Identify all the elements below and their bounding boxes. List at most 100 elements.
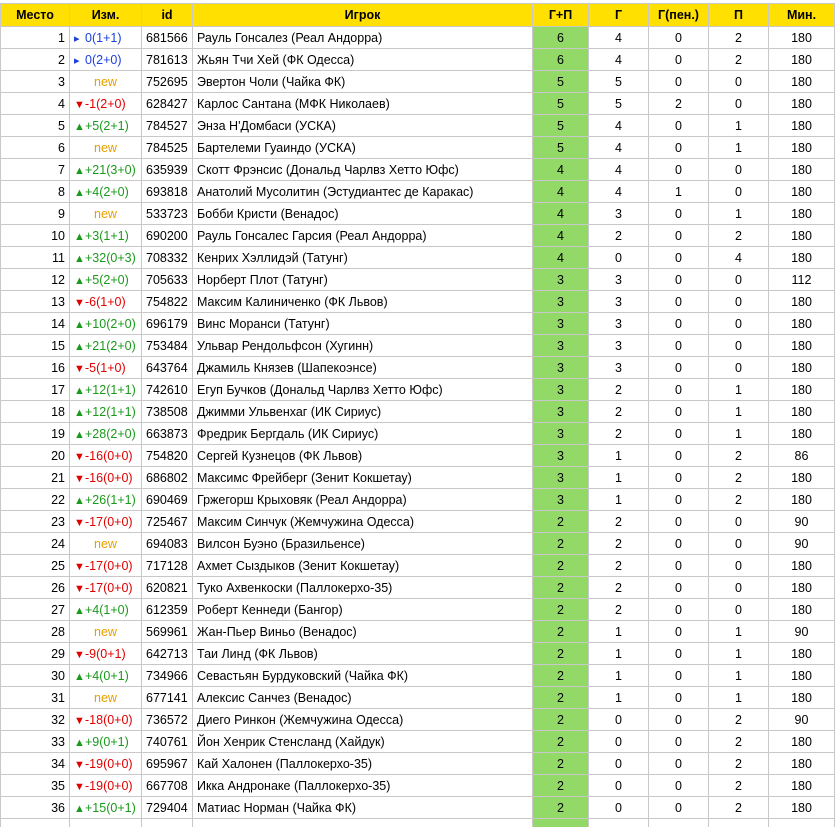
change-value: +15(0+1) <box>85 801 136 815</box>
table-row[interactable]: 15▲+21(2+0)753484Ульвар Рендольфсон (Хуг… <box>1 335 835 357</box>
col-header-player[interactable]: Игрок <box>193 4 533 27</box>
table-row[interactable]: 7▲+21(3+0)635939Скотт Фрэнсис (Дональд Ч… <box>1 159 835 181</box>
table-row[interactable]: 34▼-19(0+0)695967Кай Халонен (Паллокерхо… <box>1 753 835 775</box>
table-row[interactable]: 33▲+9(0+1)740761Йон Хенрик Стенсланд (Ха… <box>1 731 835 753</box>
table-row[interactable]: 26▼-17(0+0)620821Туко Ахвенкоски (Паллок… <box>1 577 835 599</box>
id-cell: 738508 <box>142 401 193 423</box>
change-cell: new <box>70 621 142 643</box>
goals-cell: 0 <box>589 709 649 731</box>
col-header-gp[interactable]: Г+П <box>533 4 589 27</box>
change-value: +4(1+0) <box>85 603 129 617</box>
table-row[interactable]: 36▲+15(0+1)729404Матиас Норман (Чайка ФК… <box>1 797 835 819</box>
minutes-cell: 90 <box>769 511 835 533</box>
goals-plus-assists-cell: 3 <box>533 467 589 489</box>
arrow-down-icon: ▼ <box>74 99 85 111</box>
table-row[interactable]: 8▲+4(2+0)693818Анатолий Мусолитин (Эстуд… <box>1 181 835 203</box>
table-row[interactable]: 11▲+32(0+3)708332Кенрих Хэллидэй (Татунг… <box>1 247 835 269</box>
goals-cell: 1 <box>589 489 649 511</box>
penalty-goals-cell: 0 <box>649 27 709 49</box>
col-header-assists[interactable]: П <box>709 4 769 27</box>
empty-cell <box>142 819 193 827</box>
arrow-down-icon: ▼ <box>74 715 85 727</box>
table-row[interactable]: 28new569961Жан-Пьер Виньо (Венадос)21019… <box>1 621 835 643</box>
goals-cell: 1 <box>589 445 649 467</box>
assists-cell: 2 <box>709 797 769 819</box>
goals-plus-assists-cell: 2 <box>533 533 589 555</box>
assists-cell: 1 <box>709 137 769 159</box>
place-cell: 26 <box>1 577 70 599</box>
table-row[interactable]: 21▼-16(0+0)686802Максимс Фрейберг (Зенит… <box>1 467 835 489</box>
goals-cell: 1 <box>589 467 649 489</box>
empty-cell <box>1 819 70 827</box>
goals-cell: 2 <box>589 423 649 445</box>
table-row[interactable]: 19▲+28(2+0)663873Фредрик Бергдаль (ИК Си… <box>1 423 835 445</box>
table-row[interactable]: 2▸0(2+0)781613Жьян Тчи Хей (ФК Одесса)64… <box>1 49 835 71</box>
table-row[interactable]: 32▼-18(0+0)736572Диего Ринкон (Жемчужина… <box>1 709 835 731</box>
player-cell: Норберт Плот (Татунг) <box>193 269 533 291</box>
col-header-goals[interactable]: Г <box>589 4 649 27</box>
table-row[interactable]: 23▼-17(0+0)725467Максим Синчук (Жемчужин… <box>1 511 835 533</box>
minutes-cell: 180 <box>769 137 835 159</box>
change-value: +4(0+1) <box>85 669 129 683</box>
table-row[interactable]: 27▲+4(1+0)612359Роберт Кеннеди (Бангор)2… <box>1 599 835 621</box>
goals-cell: 3 <box>589 357 649 379</box>
table-row[interactable]: 12▲+5(2+0)705633Норберт Плот (Татунг)330… <box>1 269 835 291</box>
table-row[interactable]: 35▼-19(0+0)667708Икка Андронаке (Паллоке… <box>1 775 835 797</box>
table-row[interactable]: 3new752695Эвертон Чоли (Чайка ФК)5500180 <box>1 71 835 93</box>
assists-cell: 1 <box>709 665 769 687</box>
penalty-goals-cell: 0 <box>649 335 709 357</box>
place-cell: 3 <box>1 71 70 93</box>
arrow-up-icon: ▲ <box>74 341 85 353</box>
col-header-place[interactable]: Место <box>1 4 70 27</box>
change-value: -17(0+0) <box>85 581 133 595</box>
id-cell: 754822 <box>142 291 193 313</box>
minutes-cell: 180 <box>769 577 835 599</box>
table-row[interactable]: 30▲+4(0+1)734966Севастьян Бурдуковский (… <box>1 665 835 687</box>
table-row[interactable]: 13▼-6(1+0)754822Максим Калиниченко (ФК Л… <box>1 291 835 313</box>
id-cell: 753484 <box>142 335 193 357</box>
goals-plus-assists-cell: 3 <box>533 445 589 467</box>
place-cell: 11 <box>1 247 70 269</box>
goals-plus-assists-cell: 3 <box>533 379 589 401</box>
table-row[interactable]: 1▸0(1+1)681566Рауль Гонсалез (Реал Андор… <box>1 27 835 49</box>
change-value: -17(0+0) <box>85 559 133 573</box>
table-row[interactable]: 10▲+3(1+1)690200Рауль Гонсалес Гарсия (Р… <box>1 225 835 247</box>
table-row[interactable]: 24new694083Вилсон Буэно (Бразильенсе)220… <box>1 533 835 555</box>
change-value: +3(1+1) <box>85 229 129 243</box>
arrow-up-icon: ▲ <box>74 737 85 749</box>
change-cell: ▲+4(2+0) <box>70 181 142 203</box>
table-row[interactable]: 6new784525Бартелеми Гуаиндо (УСКА)540118… <box>1 137 835 159</box>
goals-plus-assists-cell: 2 <box>533 621 589 643</box>
table-row[interactable]: 5▲+5(2+1)784527Энза Н'Домбаси (УСКА)5401… <box>1 115 835 137</box>
player-cell: Таи Линд (ФК Львов) <box>193 643 533 665</box>
penalty-goals-cell: 0 <box>649 423 709 445</box>
goals-plus-assists-cell: 2 <box>533 797 589 819</box>
change-value: -18(0+0) <box>85 713 133 727</box>
col-header-id[interactable]: id <box>142 4 193 27</box>
change-cell: ▲+21(3+0) <box>70 159 142 181</box>
table-row[interactable]: 31new677141Алексис Санчез (Венадос)21011… <box>1 687 835 709</box>
table-row[interactable]: 4▼-1(2+0)628427Карлос Сантана (МФК Никол… <box>1 93 835 115</box>
assists-cell: 1 <box>709 115 769 137</box>
table-row[interactable]: 29▼-9(0+1)642713Таи Линд (ФК Львов)21011… <box>1 643 835 665</box>
col-header-mins[interactable]: Мин. <box>769 4 835 27</box>
penalty-goals-cell: 0 <box>649 775 709 797</box>
change-value: +12(1+1) <box>85 405 136 419</box>
table-row[interactable]: 22▲+26(1+1)690469Гржегорш Крыховяк (Реал… <box>1 489 835 511</box>
goals-plus-assists-cell: 2 <box>533 731 589 753</box>
player-cell: Джамиль Князев (Шапекоэнсе) <box>193 357 533 379</box>
table-row[interactable]: 20▼-16(0+0)754820Сергей Кузнецов (ФК Льв… <box>1 445 835 467</box>
table-row[interactable]: 17▲+12(1+1)742610Егуп Бучков (Дональд Ча… <box>1 379 835 401</box>
id-cell: 696179 <box>142 313 193 335</box>
minutes-cell: 180 <box>769 203 835 225</box>
table-row[interactable]: 18▲+12(1+1)738508Джимми Ульвенхаг (ИК Си… <box>1 401 835 423</box>
change-cell: ▼-17(0+0) <box>70 577 142 599</box>
table-row[interactable]: 16▼-5(1+0)643764Джамиль Князев (Шапекоэн… <box>1 357 835 379</box>
table-row[interactable]: 14▲+10(2+0)696179Винс Моранси (Татунг)33… <box>1 313 835 335</box>
col-header-pen[interactable]: Г(пен.) <box>649 4 709 27</box>
table-row[interactable]: 25▼-17(0+0)717128Ахмет Сыздыков (Зенит К… <box>1 555 835 577</box>
table-row[interactable]: 9new533723Бобби Кристи (Венадос)4301180 <box>1 203 835 225</box>
place-cell: 5 <box>1 115 70 137</box>
col-header-change[interactable]: Изм. <box>70 4 142 27</box>
penalty-goals-cell: 0 <box>649 467 709 489</box>
